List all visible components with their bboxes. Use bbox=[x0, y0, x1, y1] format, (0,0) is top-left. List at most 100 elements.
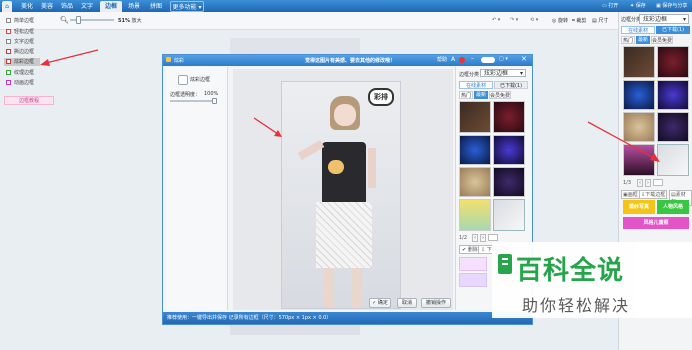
ok-button[interactable]: ✓ 确定 bbox=[369, 298, 391, 308]
zoom-slider-handle[interactable] bbox=[76, 16, 81, 24]
photo-face bbox=[334, 104, 356, 126]
zoom-icon[interactable]: 🔍︎ bbox=[60, 16, 69, 24]
tab-text[interactable]: 文字 bbox=[78, 1, 96, 12]
border-thumb[interactable] bbox=[459, 101, 491, 133]
redo-icon[interactable]: ↷ ▾ bbox=[510, 17, 518, 23]
opacity-value: 100% bbox=[204, 91, 219, 97]
reset-icon[interactable]: ⟲ ▾ bbox=[530, 17, 538, 23]
undo-icon[interactable]: ↶ ▾ bbox=[492, 17, 500, 23]
prev-page-icon[interactable]: ‹ bbox=[472, 234, 478, 242]
border-thumb-selected[interactable] bbox=[493, 199, 525, 231]
rp-border-thumb[interactable] bbox=[657, 46, 689, 78]
promo-card[interactable] bbox=[459, 273, 487, 287]
canvas-top-strip bbox=[230, 38, 360, 54]
opacity-slider-handle[interactable] bbox=[212, 98, 217, 104]
page-input[interactable] bbox=[488, 234, 498, 241]
open-button[interactable]: ▭ 打开 bbox=[602, 1, 618, 11]
left-item-label: 简单边框 bbox=[14, 18, 35, 24]
rp-border-thumb[interactable] bbox=[657, 80, 689, 110]
arrow-right-icon bbox=[587, 121, 660, 162]
tab-beauty[interactable]: 美容 bbox=[38, 1, 56, 12]
left-item-animated[interactable]: 动画边框 bbox=[6, 79, 54, 87]
rp-prev-page-icon[interactable]: ‹ bbox=[637, 179, 643, 187]
watermark-subtitle: 助你轻松解决 bbox=[522, 296, 631, 315]
border-thumb[interactable] bbox=[459, 135, 491, 165]
tab-collage[interactable]: 拼图 bbox=[146, 1, 166, 12]
rp-pager-text: 1/3 bbox=[623, 180, 632, 186]
feedback-icon[interactable]: A bbox=[451, 56, 455, 63]
watermark-title: 百科全说 bbox=[516, 256, 625, 286]
tab-more[interactable]: 更多功能 ▾ bbox=[170, 1, 204, 12]
cancel-button[interactable]: 取消 bbox=[397, 298, 417, 308]
subtab-vip[interactable]: 会员免费 bbox=[489, 91, 511, 99]
subtab-hot[interactable]: 热门 bbox=[459, 91, 473, 99]
rp-card-portrait[interactable]: 人物风格 bbox=[657, 200, 689, 214]
tab-downloaded[interactable]: 已下载(1) bbox=[494, 81, 528, 89]
help-icon[interactable]: 帮助 bbox=[437, 56, 447, 63]
zoom-value: 51% bbox=[118, 18, 130, 24]
category-label: 边框分类 bbox=[459, 72, 480, 78]
size-button[interactable]: ▤ 尺寸 bbox=[592, 17, 608, 24]
rp-border-thumb[interactable] bbox=[623, 80, 655, 110]
rp-tab-online[interactable]: 在线素材 bbox=[621, 26, 655, 34]
rp-frame-button[interactable]: ▣画框 bbox=[621, 190, 640, 199]
animated-border-icon bbox=[6, 80, 11, 85]
rp-page-input[interactable] bbox=[653, 179, 663, 186]
close-icon[interactable]: ✕ bbox=[521, 55, 527, 63]
left-item-simple[interactable]: 简单边框 bbox=[6, 17, 54, 25]
dialog-header-text: 觉得这图片有美感、要去其他的修改哦！ bbox=[305, 58, 396, 64]
share-button[interactable]: ▣ 保存与分享 bbox=[656, 1, 687, 11]
crop-label: 裁剪 bbox=[576, 18, 587, 24]
left-item-label: 纹理边框 bbox=[14, 70, 35, 76]
chevron-down-icon: ▾ bbox=[682, 16, 686, 23]
subtab-new[interactable]: 最新 bbox=[474, 91, 488, 99]
rp-download-button[interactable]: ⇩下载边框 bbox=[639, 190, 668, 199]
photo-leg bbox=[324, 268, 334, 308]
save-button[interactable]: ✦ 保存 bbox=[630, 1, 646, 11]
left-item-colorful[interactable]: 炫彩边框 bbox=[4, 58, 40, 66]
status-text: 推荐使用：一键导出并保存 记录所有边框（尺寸：570px × 1px × 0.0… bbox=[167, 315, 332, 321]
tab-beautify[interactable]: 美化 bbox=[18, 1, 36, 12]
border-tutorial-link[interactable]: 边框教程 bbox=[4, 96, 54, 105]
rp-border-thumb[interactable] bbox=[623, 46, 655, 78]
rp-category-select[interactable]: 炫彩边框 ▾ bbox=[639, 14, 689, 24]
opacity-slider[interactable] bbox=[170, 100, 216, 102]
arrow-left-icon bbox=[40, 49, 99, 66]
rp-tab-downloaded[interactable]: 已下载(1) bbox=[656, 26, 690, 34]
category-select[interactable]: 炫彩边框 ▾ bbox=[480, 69, 526, 77]
tab-border[interactable]: 边框 bbox=[100, 1, 122, 12]
tab-online[interactable]: 在线素材 bbox=[459, 81, 493, 89]
tab-scene[interactable]: 场景 bbox=[124, 1, 144, 12]
rp-subtab-hot[interactable]: 热门 bbox=[621, 36, 635, 44]
minimize-icon[interactable]: – bbox=[471, 55, 474, 62]
border-thumb[interactable] bbox=[459, 199, 491, 231]
rp-subtab-new[interactable]: 最新 bbox=[636, 36, 650, 44]
rp-card-wedding[interactable]: 婚纱写真 bbox=[623, 200, 655, 214]
next-page-icon[interactable]: › bbox=[480, 234, 486, 242]
promo-card[interactable] bbox=[459, 257, 487, 271]
vip-badge[interactable] bbox=[481, 57, 495, 63]
menu-bar: ⌂ 美化 美容 饰品 文字 边框 场景 拼图 更多功能 ▾ ▭ 打开 ✦ 保存 … bbox=[0, 0, 692, 12]
cancel-label: 取消 bbox=[401, 300, 412, 306]
border-thumb[interactable] bbox=[493, 101, 525, 133]
size-label: 尺寸 bbox=[598, 18, 609, 24]
crop-button[interactable]: ⌗ 裁剪 bbox=[572, 17, 586, 24]
rp-next-page-icon[interactable]: › bbox=[645, 179, 651, 187]
border-thumb[interactable] bbox=[459, 167, 491, 197]
rotate-button[interactable]: ◎ 旋转 bbox=[552, 17, 568, 24]
border-thumb[interactable] bbox=[493, 167, 525, 197]
left-item-label: 轻松边框 bbox=[14, 29, 35, 35]
tab-accessories[interactable]: 饰品 bbox=[58, 1, 76, 12]
left-item-easy[interactable]: 轻松边框 bbox=[6, 28, 54, 36]
left-item-texture[interactable]: 纹理边框 bbox=[6, 69, 54, 77]
border-thumb[interactable] bbox=[493, 135, 525, 165]
reset-button[interactable]: 撤销操作 bbox=[421, 298, 451, 308]
home-icon[interactable]: ⌂ bbox=[2, 1, 12, 12]
rp-card-kids[interactable]: 风格儿童照 bbox=[623, 217, 689, 229]
zoom-extra: 放大 bbox=[131, 18, 142, 24]
rp-card-label: 风格儿童照 bbox=[643, 220, 669, 226]
rp-subtab-vip[interactable]: 会员免费 bbox=[651, 36, 673, 44]
rp-category-label: 边框分类 bbox=[621, 17, 642, 23]
left-item-text[interactable]: 文字边框 bbox=[6, 38, 54, 46]
weibo-icon[interactable] bbox=[459, 57, 465, 63]
